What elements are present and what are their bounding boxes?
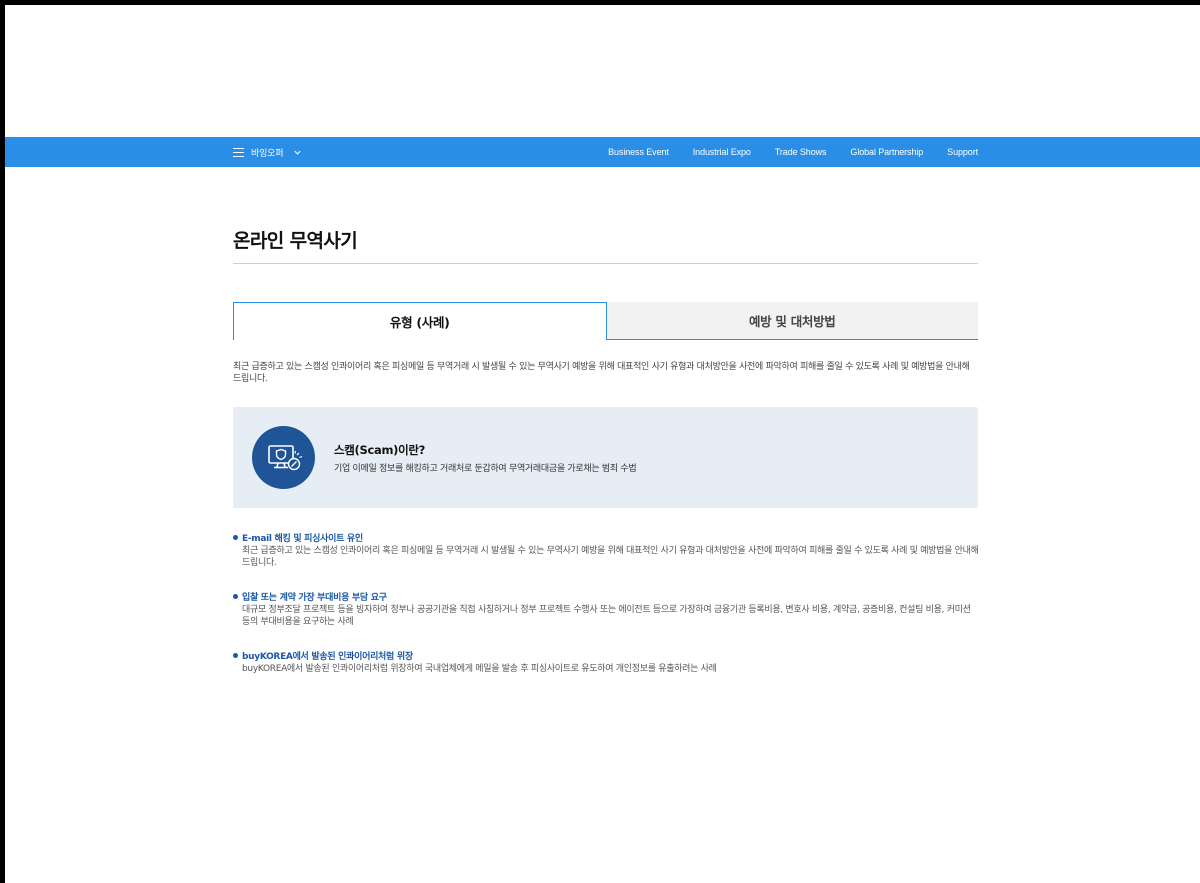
- case-description: 대규모 정부조달 프로젝트 등을 빙자하여 정부나 공공기관을 직접 사칭하거나…: [242, 605, 971, 627]
- case-title: E-mail 해킹 및 피싱사이트 유인: [233, 531, 978, 544]
- bullet-icon: [233, 534, 238, 540]
- menu-toggle-button[interactable]: 바잉오퍼: [233, 137, 302, 167]
- nav-link-support[interactable]: Support: [947, 147, 978, 157]
- page-title: 온라인 무역사기: [233, 230, 358, 252]
- nav-link-industrial-expo[interactable]: Industrial Expo: [693, 147, 751, 157]
- case-item: E-mail 해킹 및 피싱사이트 유인 최근 급증하고 있는 스캠성 인콰이어…: [233, 531, 979, 569]
- case-title-text: buyKOREA에서 발송된 인콰이어리처럼 위장: [242, 651, 413, 662]
- case-description: buyKOREA에서 발송된 인콰이어리처럼 위장하여 국내업체에게 메일을 발…: [242, 664, 717, 674]
- case-title: 입찰 또는 계약 가장 부대비용 부담 요구: [233, 590, 978, 603]
- tab-prevention[interactable]: 예방 및 대처방법: [606, 302, 978, 340]
- chevron-down-icon: [294, 150, 301, 155]
- intro-text: 최근 급증하고 있는 스캠성 인콰이어리 혹은 피싱메일 등 무역거래 시 발생…: [233, 362, 970, 384]
- nav-link-business-event[interactable]: Business Event: [608, 147, 669, 157]
- title-divider: [233, 263, 978, 264]
- bullet-icon: [233, 593, 238, 599]
- case-title-text: 입찰 또는 계약 가장 부대비용 부담 요구: [242, 592, 387, 603]
- case-item: 입찰 또는 계약 가장 부대비용 부담 요구 대규모 정부조달 프로젝트 등을 …: [233, 590, 978, 628]
- tab-bar: 유형 (사례) 예방 및 대처방법: [233, 302, 978, 340]
- hamburger-icon: [233, 147, 244, 157]
- case-item: buyKOREA에서 발송된 인콰이어리처럼 위장 buyKOREA에서 발송된…: [233, 649, 978, 675]
- case-title-text: E-mail 해킹 및 피싱사이트 유인: [242, 533, 363, 544]
- case-description: 최근 급증하고 있는 스캠성 인콰이어리 혹은 피싱메일 등 무역거래 시 발생…: [242, 546, 979, 568]
- tab-types-cases[interactable]: 유형 (사례): [233, 302, 607, 340]
- menu-label: 바잉오퍼: [251, 148, 284, 159]
- scam-box-title: 스캠(Scam)이란?: [334, 443, 426, 457]
- nav-link-global-partnership[interactable]: Global Partnership: [850, 147, 923, 157]
- scam-box-description: 기업 이메일 정보를 해킹하고 거래처로 둔갑하여 무역거래대금을 가로채는 범…: [334, 464, 637, 474]
- nav-link-trade-shows[interactable]: Trade Shows: [775, 147, 827, 157]
- case-title: buyKOREA에서 발송된 인콰이어리처럼 위장: [233, 649, 978, 662]
- browser-viewport: 바잉오퍼 Business Event Industrial Expo Trad…: [5, 5, 1200, 883]
- bullet-icon: [233, 652, 238, 658]
- top-navigation-bar: 바잉오퍼 Business Event Industrial Expo Trad…: [5, 137, 1200, 167]
- scam-info-box: 스캠(Scam)이란? 기업 이메일 정보를 해킹하고 거래처로 둔갑하여 무역…: [233, 407, 978, 508]
- monitor-hack-icon: [252, 426, 315, 489]
- nav-links: Business Event Industrial Expo Trade Sho…: [584, 137, 978, 167]
